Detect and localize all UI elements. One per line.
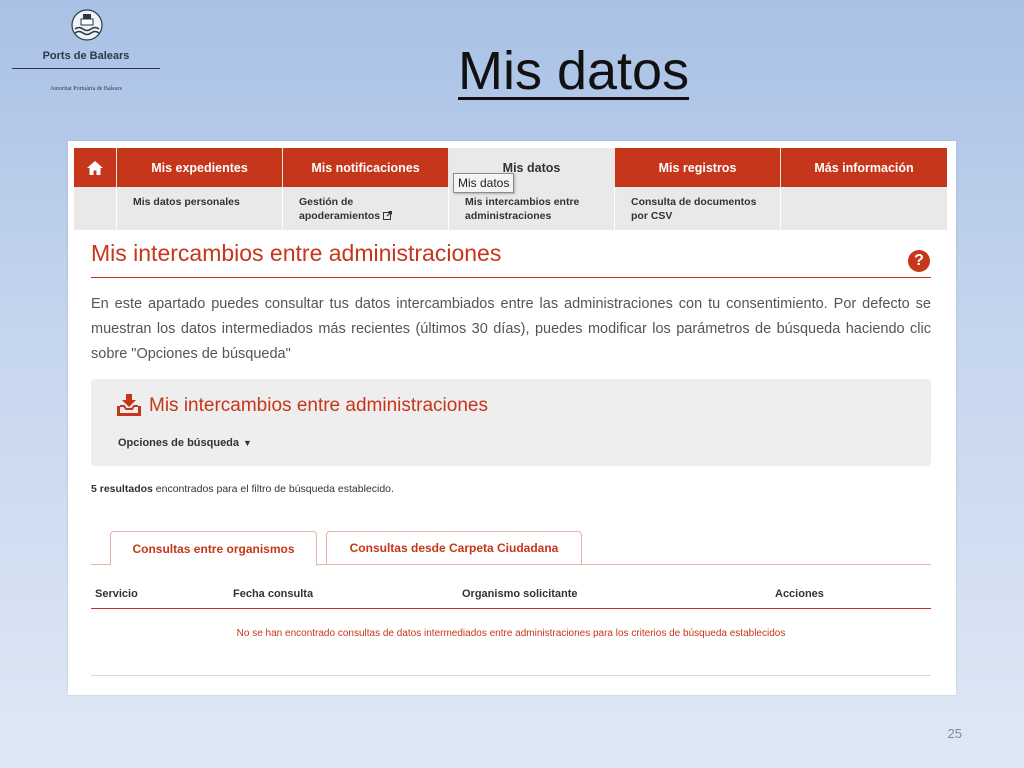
table-header-divider (91, 608, 931, 609)
search-box-title: Mis intercambios entre administraciones (149, 395, 488, 416)
page-description: En este apartado puedes consultar tus da… (91, 296, 931, 362)
sub-nav-label: Consulta de documentos por CSV (631, 196, 757, 222)
nav-item-mis-registros[interactable]: Mis registros (615, 148, 781, 187)
results-text: encontrados para el filtro de búsqueda e… (152, 483, 394, 495)
search-options-toggle[interactable]: Opciones de búsqueda ▼ (118, 437, 252, 449)
page-title: Mis intercambios entre administraciones (91, 240, 502, 266)
external-link-icon (383, 211, 393, 220)
sub-nav-label: Gestión de apoderamientos (299, 196, 381, 222)
column-header-organismo-solicitante[interactable]: Organismo solicitante (462, 588, 578, 600)
logo-divider (12, 68, 160, 69)
search-options-label: Opciones de búsqueda (118, 437, 240, 449)
column-header-servicio[interactable]: Servicio (95, 588, 138, 600)
home-icon (87, 160, 103, 175)
sub-nav-item-gestion-apoderamientos[interactable]: Gestión de apoderamientos (283, 187, 449, 230)
tab-consultas-entre-organismos[interactable]: Consultas entre organismos (110, 531, 317, 566)
sub-nav-label: Mis datos personales (133, 196, 240, 208)
logo-subtitle: Autoritat Portuària de Balears (50, 86, 122, 92)
sub-nav-item-mis-intercambios[interactable]: Mis intercambios entre administraciones (449, 187, 615, 230)
lighthouse-emblem-icon (71, 9, 103, 41)
sub-nav-spacer (74, 187, 117, 230)
empty-table-message: No se han encontrado consultas de datos … (236, 628, 786, 639)
inbox-download-icon (117, 394, 141, 416)
tooltip: Mis datos (453, 173, 515, 193)
nav-item-mis-expedientes[interactable]: Mis expedientes (117, 148, 283, 187)
caret-down-icon: ▼ (243, 438, 252, 448)
results-count: 5 resultados (91, 483, 153, 495)
column-header-acciones[interactable]: Acciones (775, 588, 824, 600)
ports-de-balears-logo: Ports de Balears Autoritat Portuària de … (10, 8, 162, 98)
page-number: 25 (947, 726, 962, 741)
table-header: Servicio Fecha consulta Organismo solici… (91, 582, 931, 608)
nav-home-button[interactable] (74, 148, 117, 187)
slide-title: Mis datos (458, 41, 690, 101)
sub-navigation: Mis datos personales Gestión de apoderam… (74, 187, 947, 230)
search-box: Mis intercambios entre administraciones … (91, 379, 931, 466)
logo-name: Ports de Balears (42, 50, 130, 62)
table-bottom-divider (91, 675, 931, 676)
screenshot-panel: Mis expedientes Mis notificaciones Mis d… (68, 141, 956, 695)
column-header-fecha-consulta[interactable]: Fecha consulta (233, 588, 313, 600)
sub-nav-item-consulta-csv[interactable]: Consulta de documentos por CSV (615, 187, 781, 230)
sub-nav-item-empty (781, 187, 947, 230)
title-divider (91, 277, 931, 278)
sub-nav-item-mis-datos-personales[interactable]: Mis datos personales (117, 187, 283, 230)
nav-item-mis-notificaciones[interactable]: Mis notificaciones (283, 148, 449, 187)
sub-nav-label: Mis intercambios entre administraciones (465, 196, 580, 222)
tab-consultas-carpeta-ciudadana[interactable]: Consultas desde Carpeta Ciudadana (326, 531, 582, 565)
help-icon[interactable]: ? (908, 250, 930, 272)
results-summary: 5 resultados encontrados para el filtro … (91, 483, 394, 495)
nav-item-mas-informacion[interactable]: Más información (781, 148, 947, 187)
